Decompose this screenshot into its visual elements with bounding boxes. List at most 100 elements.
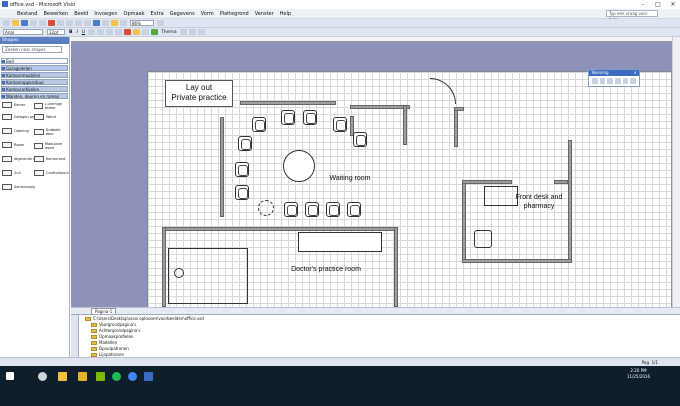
minimize-icon[interactable]: – [636,0,650,9]
bold-button[interactable]: B [67,30,74,35]
master-dubbele-deur[interactable]: Dubbele deur [34,128,69,136]
title-box[interactable]: Lay out Private practice [165,80,233,107]
round-table[interactable] [283,150,315,182]
new-icon[interactable] [3,20,10,26]
print-icon[interactable] [30,20,37,26]
line-tool-icon[interactable] [607,78,614,84]
master-kamer[interactable]: Kamer [2,102,25,108]
text-tool-icon[interactable] [111,20,118,26]
arc-tool-icon[interactable] [615,78,621,84]
wall[interactable] [462,180,512,184]
help-icon[interactable] [157,20,164,26]
wall[interactable] [454,107,458,147]
fill-color-icon[interactable] [133,29,141,35]
font-name-select[interactable]: Arial [3,29,43,35]
line-color-icon[interactable] [142,29,150,35]
master-modulaire-wand[interactable]: Modulaire wand [34,142,69,150]
chair[interactable] [347,202,361,217]
stencil-kantoormeubilair[interactable]: Kantoormeubilair [1,72,68,78]
close-icon[interactable]: ✕ [634,70,637,76]
shapes-icon[interactable] [120,20,127,26]
wall[interactable] [350,105,410,109]
spotify-icon[interactable] [112,372,121,381]
font-color-icon[interactable] [124,29,132,35]
desk[interactable] [298,232,382,252]
align-right-icon[interactable] [106,29,114,35]
chair[interactable] [305,202,319,217]
explorer-item[interactable]: Modellen [91,340,117,345]
chair[interactable] [235,185,249,200]
menu-gegevens[interactable]: Gegevens [167,11,198,17]
chair[interactable] [303,110,317,125]
wall[interactable] [403,105,407,145]
menu-extra[interactable]: Extra [148,11,167,17]
master-kamerrand[interactable]: Kamerrand [34,156,65,162]
master-l-kamer[interactable]: L-vormige kamer [34,102,69,110]
wall[interactable] [162,227,398,231]
pointer-tool-icon[interactable] [93,20,100,26]
ellipse-tool-icon[interactable] [599,78,606,84]
menu-vorm[interactable]: Vorm [198,11,217,17]
freeform-tool-icon[interactable] [622,78,629,84]
start-icon[interactable] [6,372,14,380]
wall[interactable] [240,101,336,105]
pencil-tool-icon[interactable] [630,78,637,84]
menu-opmaak[interactable]: Opmaak [121,11,148,17]
chair[interactable] [326,202,340,217]
stencil-garagedelen[interactable]: Garagedelen [1,65,68,71]
stencil-bed[interactable]: Bed [1,58,68,64]
master-wand[interactable]: Wand [34,114,56,120]
menu-beeld[interactable]: Beeld [71,11,91,17]
search-icon[interactable] [38,372,47,381]
wall[interactable] [162,227,166,307]
line-ends-icon[interactable] [197,29,205,35]
rectangle-tool-icon[interactable] [592,78,598,84]
font-size-select[interactable]: 12pt [47,29,65,35]
line-weight-icon[interactable] [179,29,187,35]
line-pattern-icon[interactable] [188,29,196,35]
chair[interactable] [353,132,367,147]
align-left-icon[interactable] [88,29,96,35]
connector-tool-icon[interactable] [102,20,109,26]
wall[interactable] [554,180,568,184]
wall[interactable] [220,117,224,217]
door-swing[interactable] [430,78,456,104]
cut-icon[interactable] [48,20,55,26]
chrome-icon[interactable] [128,372,137,381]
stencil-kantoorapparatuur[interactable]: Kantoorapparatuur [1,79,68,85]
master-controlepunt[interactable]: Controlepunt [34,170,69,176]
chair[interactable] [333,117,347,132]
master-samenvoeg[interactable]: Samenvoeg [2,184,35,190]
theme-button[interactable]: Thema [159,30,179,35]
menu-bewerken[interactable]: Bewerken [40,11,71,17]
vertical-scrollbar[interactable] [672,37,680,307]
stool[interactable] [174,268,184,278]
menu-venster[interactable]: Venster [252,11,277,17]
app-icon[interactable] [96,372,105,381]
redo-icon[interactable] [84,20,91,26]
visio-taskbar-icon[interactable] [144,372,153,381]
menu-plattegrond[interactable]: Plattegrond [217,11,252,17]
stencil-kantoorartikelen[interactable]: Kantoorartikelen [1,86,68,92]
chair[interactable] [284,202,298,217]
wall[interactable] [394,227,398,307]
underline-button[interactable]: U [80,30,87,35]
explorer-root[interactable]: C:\Users\Desktop\visio oplossen\voorbeel… [85,316,204,321]
chair[interactable] [238,136,252,151]
plant-icon[interactable] [258,200,274,216]
chair[interactable] [235,162,249,177]
stencil-wanden[interactable]: Wanden, deuren en ramen [1,93,68,99]
maximize-icon[interactable]: □ [651,0,665,9]
shape-search-input[interactable]: Zoeken naar shapes [2,46,62,53]
preview-icon[interactable] [39,20,46,26]
close-icon[interactable]: ✕ [666,0,680,9]
paste-icon[interactable] [66,20,73,26]
copy-icon[interactable] [57,20,64,26]
explorer-item[interactable]: Opmaakprofielen [91,334,133,339]
office-chair[interactable] [474,230,492,248]
explorer-item[interactable]: Opvulpatronen [91,346,129,351]
open-icon[interactable] [12,20,19,26]
undo-icon[interactable] [75,20,82,26]
bullets-icon[interactable] [115,29,123,35]
save-icon[interactable] [21,20,28,26]
